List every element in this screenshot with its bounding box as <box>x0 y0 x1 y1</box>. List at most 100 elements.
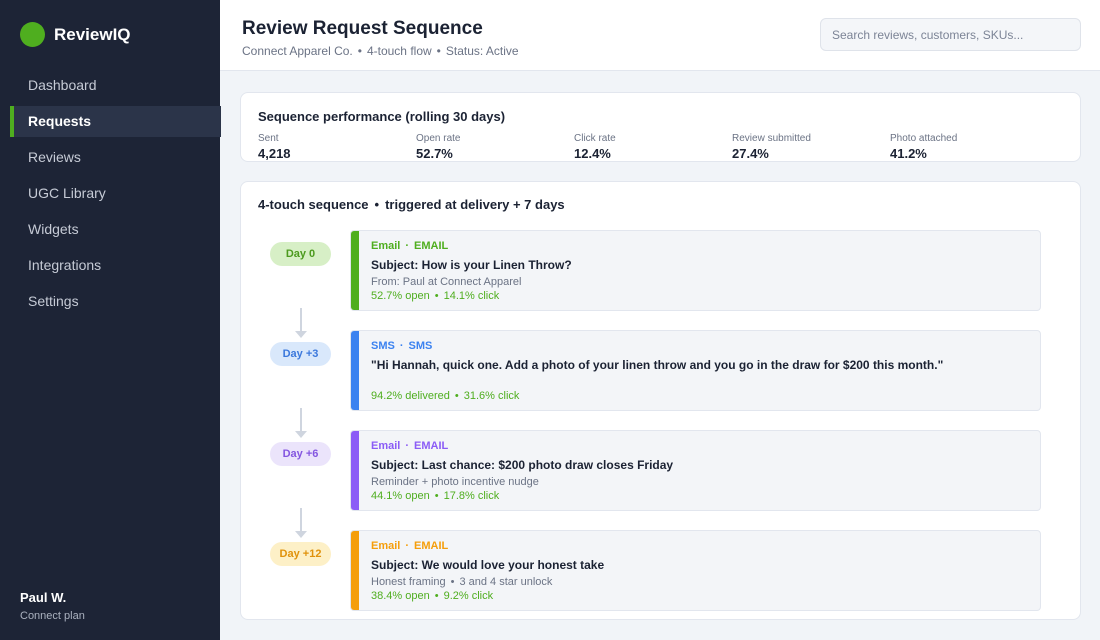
meta-item: Reminder + photo incentive nudge <box>371 476 539 488</box>
metric-review-submitted: Review submitted 27.4% <box>732 133 811 161</box>
metric-click-rate: Click rate 12.4% <box>574 133 616 161</box>
sequence-title: 4-touch sequence • triggered at delivery +… <box>258 197 565 212</box>
brand[interactable]: ReviewIQ <box>20 22 131 47</box>
sidebar: ReviewIQ Dashboard Requests Reviews UGC Lib… <box>0 0 221 640</box>
brand-name: ReviewIQ <box>54 24 131 44</box>
day-pill: Day +12 <box>270 542 331 566</box>
meta-item: 3 and 4 star unlock <box>459 576 553 588</box>
step-stats: 38.4% open • 9.2% click <box>371 590 493 602</box>
step-meta: From: Paul at Connect Apparel <box>371 276 521 288</box>
meta-item: From: Paul at Connect Apparel <box>371 276 522 288</box>
channel-separator: · <box>405 440 410 452</box>
performance-title: Sequence performance (rolling 30 days) <box>258 109 506 124</box>
channel-separator: · <box>405 540 410 552</box>
metric-photo-attached: Photo attached 41.2% <box>890 133 957 161</box>
connector-arrow-icon <box>295 308 307 338</box>
metric-value: 27.4% <box>732 146 769 161</box>
stat-item: 14.1% click <box>443 290 500 302</box>
user-profile[interactable]: Paul W. Connect plan <box>20 590 85 622</box>
meta-item: Honest framing <box>371 576 446 588</box>
subtitle-separator: • <box>436 44 441 58</box>
stat-item: 52.7% open <box>371 290 430 302</box>
user-name: Paul W. <box>20 590 67 605</box>
user-plan: Connect plan <box>20 610 85 622</box>
sidebar-item-dashboard[interactable]: Dashboard <box>0 70 220 101</box>
step-meta: Honest framing • 3 and 4 star unlock <box>371 576 552 588</box>
channel-name: Email <box>371 240 401 252</box>
metric-value: 52.7% <box>416 146 453 161</box>
step-accent-bar <box>351 231 359 310</box>
sequence-title-main: 4-touch sequence <box>258 197 369 212</box>
channel-type: SMS <box>408 340 433 352</box>
sequence-step[interactable]: Email · EMAIL Subject: How is your Linen Th… <box>350 230 1041 311</box>
day-pill: Day +3 <box>270 342 331 366</box>
sidebar-item-reviews[interactable]: Reviews <box>0 142 220 173</box>
stats-separator: • <box>434 490 439 502</box>
step-channel: SMS · SMS <box>371 340 432 352</box>
client-name: Connect Apparel Co. <box>242 44 353 58</box>
status-label: Status: Active <box>445 44 519 58</box>
connector-arrow-icon <box>295 508 307 538</box>
metric-value: 4,218 <box>258 146 291 161</box>
metric-label: Review submitted <box>732 133 811 144</box>
sequence-step[interactable]: Email · EMAIL Subject: Last chance: $200 ph… <box>350 430 1041 511</box>
sidebar-item-requests[interactable]: Requests <box>10 106 221 137</box>
stat-item: 17.8% click <box>443 490 500 502</box>
metric-value: 41.2% <box>890 146 927 161</box>
step-subject: "Hi Hannah, quick one. Add a photo of yo… <box>371 358 944 372</box>
stats-separator: • <box>454 390 459 402</box>
subtitle-separator: • <box>357 44 362 58</box>
sidebar-nav: Dashboard Requests Reviews UGC Library Widge… <box>0 70 221 322</box>
stat-item: 38.4% open <box>371 590 430 602</box>
step-accent-bar <box>351 431 359 510</box>
sidebar-item-integrations[interactable]: Integrations <box>0 250 220 281</box>
step-channel: Email · EMAIL <box>371 540 448 552</box>
step-channel: Email · EMAIL <box>371 240 448 252</box>
channel-name: SMS <box>371 340 395 352</box>
channel-type: EMAIL <box>414 440 449 452</box>
step-accent-bar <box>351 531 359 610</box>
page-title: Review Request Sequence <box>242 18 483 39</box>
step-accent-bar <box>351 331 359 410</box>
sequence-trigger: triggered at delivery + 7 days <box>385 197 565 212</box>
channel-type: EMAIL <box>414 540 449 552</box>
step-meta: Reminder + photo incentive nudge <box>371 476 539 488</box>
metric-label: Photo attached <box>890 133 958 144</box>
sequence-title-separator: • <box>374 197 380 212</box>
connector-arrow-icon <box>295 408 307 438</box>
step-channel: Email · EMAIL <box>371 440 448 452</box>
page-subtitle: Connect Apparel Co. • 4-touch flow • Status:… <box>242 44 519 58</box>
stats-separator: • <box>434 590 439 602</box>
metric-value: 12.4% <box>574 146 611 161</box>
page-header: Review Request Sequence Connect Apparel … <box>220 0 1100 71</box>
sidebar-item-settings[interactable]: Settings <box>0 286 220 317</box>
stat-item: 9.2% click <box>443 590 494 602</box>
meta-separator: • <box>450 576 455 588</box>
brand-logo-icon <box>20 22 45 47</box>
search-input[interactable] <box>820 18 1081 51</box>
step-stats: 94.2% delivered • 31.6% click <box>371 390 519 402</box>
step-stats: 44.1% open • 17.8% click <box>371 490 499 502</box>
metric-label: Open rate <box>416 133 461 144</box>
stat-item: 31.6% click <box>463 390 520 402</box>
channel-separator: · <box>405 240 410 252</box>
sidebar-item-ugc-library[interactable]: UGC Library <box>0 178 220 209</box>
metric-label: Click rate <box>574 133 616 144</box>
flow-label: 4-touch flow <box>366 44 432 58</box>
step-subject: Subject: How is your Linen Throw? <box>371 258 572 272</box>
stat-item: 44.1% open <box>371 490 430 502</box>
sidebar-item-widgets[interactable]: Widgets <box>0 214 220 245</box>
stat-item: 94.2% delivered <box>371 390 450 402</box>
sequence-step[interactable]: Email · EMAIL Subject: We would love your h… <box>350 530 1041 611</box>
metric-sent: Sent 4,218 <box>258 133 291 161</box>
channel-type: EMAIL <box>414 240 449 252</box>
step-subject: Subject: Last chance: $200 photo draw cl… <box>371 458 674 472</box>
metric-open-rate: Open rate 52.7% <box>416 133 460 161</box>
performance-card: Sequence performance (rolling 30 days) S… <box>240 92 1081 162</box>
stats-separator: • <box>434 290 439 302</box>
day-pill: Day +6 <box>270 442 331 466</box>
day-pill: Day 0 <box>270 242 331 266</box>
channel-name: Email <box>371 540 401 552</box>
sequence-step[interactable]: SMS · SMS "Hi Hannah, quick one. Add a phot… <box>350 330 1041 411</box>
step-stats: 52.7% open • 14.1% click <box>371 290 499 302</box>
